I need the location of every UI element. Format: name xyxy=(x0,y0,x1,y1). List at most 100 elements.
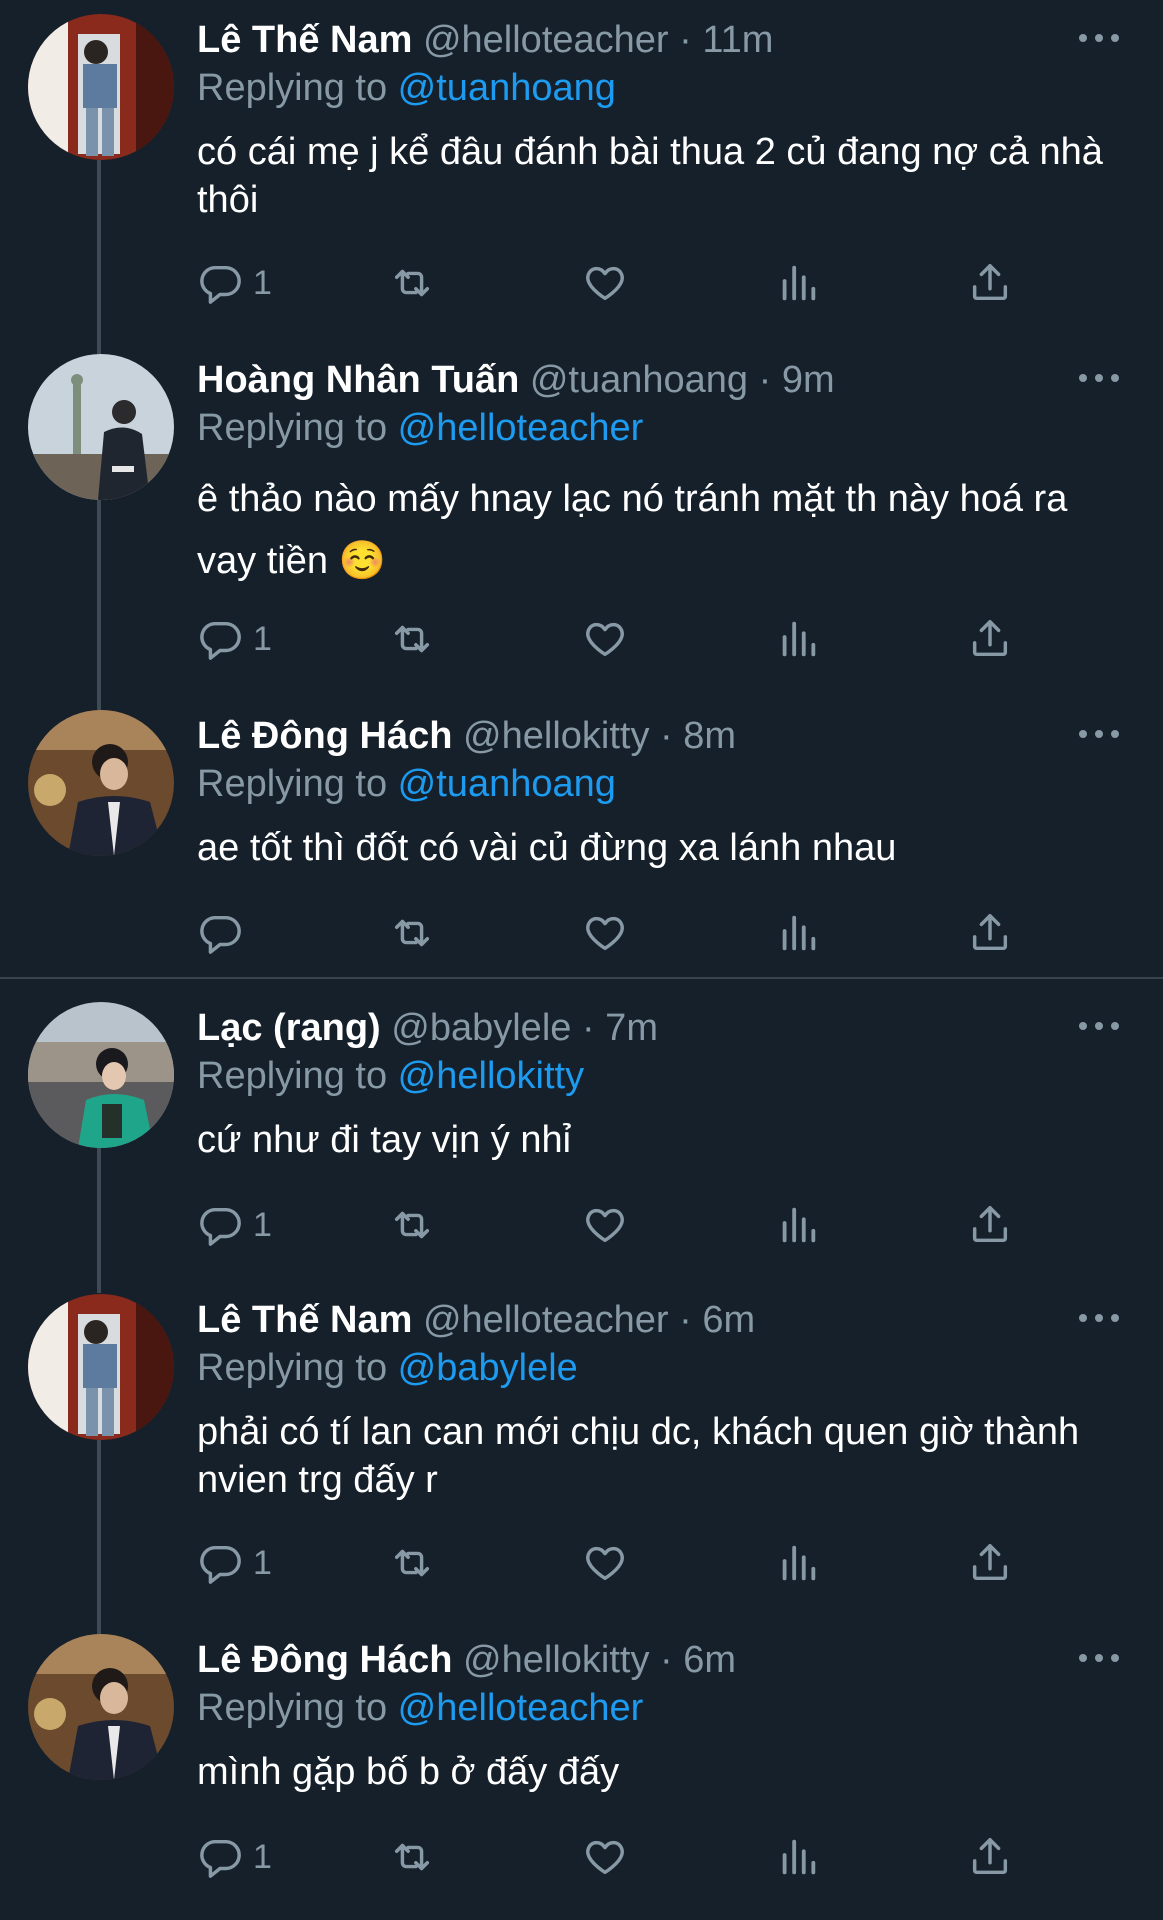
reply-icon xyxy=(200,621,241,660)
avatar[interactable] xyxy=(28,354,174,500)
tweet-text: ê thảo nào mấy hnay lạc nó tránh mặt th … xyxy=(197,478,1068,582)
more-icon[interactable] xyxy=(1079,1016,1119,1036)
action-bar: 1 xyxy=(197,258,1037,308)
tweet[interactable]: Lê Thế Nam @helloteacher · 6m Replying t… xyxy=(0,1280,1163,1618)
reply-button[interactable] xyxy=(197,908,253,958)
reply-button[interactable]: 1 xyxy=(197,1538,272,1588)
retweet-button[interactable] xyxy=(389,258,435,308)
action-bar: 1 xyxy=(197,1832,1037,1882)
avatar[interactable] xyxy=(28,1634,174,1780)
tweet[interactable]: Hoàng Nhân Tuấn @tuanhoang · 9m Replying… xyxy=(0,340,1163,695)
views-button[interactable] xyxy=(775,1832,821,1882)
reply-icon xyxy=(200,265,241,304)
like-button[interactable] xyxy=(582,908,628,958)
retweet-icon xyxy=(394,1211,430,1239)
action-bar: 1 xyxy=(197,614,1037,664)
views-button[interactable] xyxy=(775,614,821,664)
replying-handle[interactable]: @tuanhoang xyxy=(398,763,616,805)
replying-to: Replying to @babylele xyxy=(197,1344,578,1392)
replying-to: Replying to @helloteacher xyxy=(197,1684,643,1732)
display-name[interactable]: Lê Thế Nam xyxy=(197,1299,412,1341)
tweet-header: Lê Đông Hách @hellokitty · 6m xyxy=(197,1636,736,1684)
share-button[interactable] xyxy=(967,908,1013,958)
share-button[interactable] xyxy=(967,1832,1013,1882)
views-button[interactable] xyxy=(775,908,821,958)
user-handle[interactable]: @babylele xyxy=(391,1007,571,1049)
replying-label: Replying to xyxy=(197,1055,398,1097)
retweet-button[interactable] xyxy=(389,1200,435,1250)
display-name[interactable]: Lạc (rang) xyxy=(197,1007,381,1049)
reply-button[interactable]: 1 xyxy=(197,258,272,308)
retweet-button[interactable] xyxy=(389,614,435,664)
timestamp[interactable]: · 6m xyxy=(660,1639,736,1681)
tweet-header: Lê Đông Hách @hellokitty · 8m xyxy=(197,712,736,760)
heart-icon xyxy=(586,1208,624,1243)
user-handle[interactable]: @hellokitty xyxy=(463,1639,649,1681)
avatar[interactable] xyxy=(28,14,174,160)
reply-count: 1 xyxy=(253,619,272,658)
views-button[interactable] xyxy=(775,1200,821,1250)
replying-handle[interactable]: @babylele xyxy=(398,1347,578,1389)
more-icon[interactable] xyxy=(1079,1648,1119,1668)
avatar[interactable] xyxy=(28,1294,174,1440)
share-icon xyxy=(972,620,1008,657)
like-button[interactable] xyxy=(582,1538,628,1588)
reply-button[interactable]: 1 xyxy=(197,1832,272,1882)
like-button[interactable] xyxy=(582,1200,628,1250)
tweet-text: có cái mẹ j kể đâu đánh bài thua 2 củ đa… xyxy=(197,131,1103,221)
replying-label: Replying to xyxy=(197,763,398,805)
action-bar: 1 xyxy=(197,1538,1037,1588)
user-handle[interactable]: @hellokitty xyxy=(463,715,649,757)
replying-label: Replying to xyxy=(197,407,398,449)
timestamp[interactable]: · 8m xyxy=(660,715,736,757)
timestamp[interactable]: · 9m xyxy=(759,359,835,401)
retweet-button[interactable] xyxy=(389,1538,435,1588)
replying-handle[interactable]: @helloteacher xyxy=(398,1687,644,1729)
thread-divider xyxy=(0,977,1163,979)
display-name[interactable]: Hoàng Nhân Tuấn xyxy=(197,359,519,401)
views-button[interactable] xyxy=(775,258,821,308)
share-icon xyxy=(972,1206,1008,1243)
replying-label: Replying to xyxy=(197,1347,398,1389)
like-button[interactable] xyxy=(582,1832,628,1882)
more-icon[interactable] xyxy=(1079,724,1119,744)
more-icon[interactable] xyxy=(1079,28,1119,48)
share-icon xyxy=(972,1838,1008,1875)
share-icon xyxy=(972,1544,1008,1581)
replying-handle[interactable]: @helloteacher xyxy=(398,407,644,449)
replying-handle[interactable]: @tuanhoang xyxy=(398,67,616,109)
user-handle[interactable]: @helloteacher xyxy=(423,19,669,61)
retweet-button[interactable] xyxy=(389,1832,435,1882)
reply-button[interactable]: 1 xyxy=(197,614,272,664)
avatar[interactable] xyxy=(28,710,174,856)
display-name[interactable]: Lê Đông Hách xyxy=(197,715,452,757)
timestamp[interactable]: · 7m xyxy=(582,1007,658,1049)
share-button[interactable] xyxy=(967,1538,1013,1588)
timestamp[interactable]: · 6m xyxy=(679,1299,755,1341)
reply-icon xyxy=(200,1207,241,1246)
replying-handle[interactable]: @hellokitty xyxy=(398,1055,584,1097)
reply-button[interactable]: 1 xyxy=(197,1200,272,1250)
user-handle[interactable]: @tuanhoang xyxy=(530,359,748,401)
more-icon[interactable] xyxy=(1079,368,1119,388)
share-button[interactable] xyxy=(967,258,1013,308)
tweet[interactable]: Lê Thế Nam @helloteacher · 11m Replying … xyxy=(0,0,1163,340)
tweet[interactable]: Lê Đông Hách @hellokitty · 6m Replying t… xyxy=(0,1620,1163,1920)
display-name[interactable]: Lê Thế Nam xyxy=(197,19,412,61)
share-button[interactable] xyxy=(967,614,1013,664)
tweet-text: ae tốt thì đốt có vài củ đừng xa lánh nh… xyxy=(197,827,897,869)
avatar[interactable] xyxy=(28,1002,174,1148)
views-button[interactable] xyxy=(775,1538,821,1588)
display-name[interactable]: Lê Đông Hách xyxy=(197,1639,452,1681)
share-button[interactable] xyxy=(967,1200,1013,1250)
tweet[interactable]: Lê Đông Hách @hellokitty · 8m Replying t… xyxy=(0,696,1163,976)
user-handle[interactable]: @helloteacher xyxy=(423,1299,669,1341)
timestamp[interactable]: · 11m xyxy=(679,19,773,61)
like-button[interactable] xyxy=(582,258,628,308)
tweet[interactable]: Lạc (rang) @babylele · 7m Replying to @h… xyxy=(0,988,1163,1278)
more-icon[interactable] xyxy=(1079,1308,1119,1328)
retweet-button[interactable] xyxy=(389,908,435,958)
retweet-icon xyxy=(394,625,430,653)
like-button[interactable] xyxy=(582,614,628,664)
views-icon xyxy=(782,1545,816,1581)
